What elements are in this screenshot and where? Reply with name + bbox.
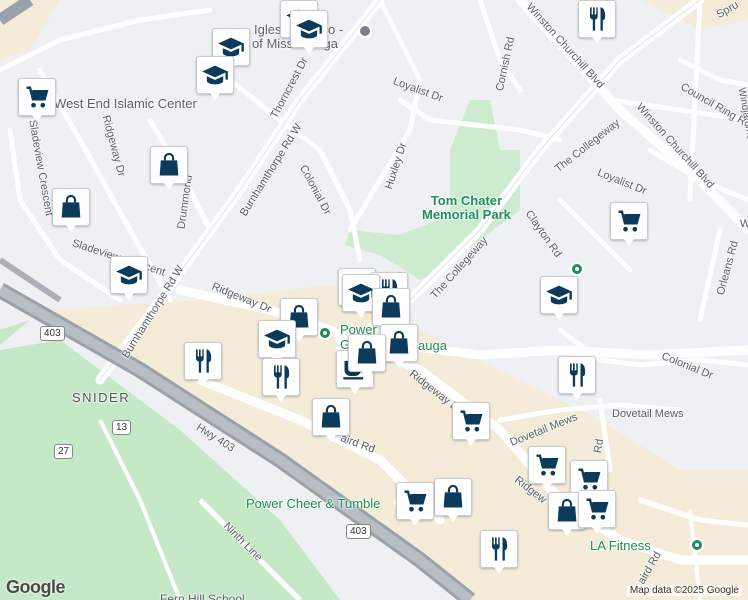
graduation-cap-icon — [295, 15, 323, 43]
graduation-cap-icon — [201, 61, 229, 89]
restaurant-marker[interactable] — [480, 530, 518, 574]
grocery-marker[interactable] — [528, 446, 566, 490]
shopping-bag-icon — [353, 339, 381, 367]
shopping-marker[interactable] — [372, 288, 410, 332]
shopping-bag-icon — [385, 329, 413, 357]
road-label-rd: Rd — [591, 438, 607, 454]
shopping-cart-icon — [23, 83, 51, 111]
school-marker[interactable] — [110, 256, 148, 300]
graduation-cap-icon — [115, 261, 143, 289]
restaurant-marker[interactable] — [558, 356, 596, 400]
shopping-bag-icon — [377, 293, 405, 321]
park-label-tom-chater[interactable]: Tom Chater Memorial Park — [422, 194, 511, 222]
place-label-fern-hill[interactable]: Fern Hill School — [160, 592, 245, 600]
gym-dot-icon[interactable] — [318, 326, 332, 340]
shopping-bag-icon — [57, 193, 85, 221]
highway-shield-403: 403 — [40, 326, 65, 341]
grocery-marker[interactable] — [452, 402, 490, 446]
place-of-worship-icon[interactable] — [358, 24, 372, 38]
restaurant-marker[interactable] — [184, 342, 222, 386]
school-marker[interactable] — [196, 56, 234, 100]
shopping-cart-icon — [401, 487, 429, 515]
fork-knife-icon — [189, 347, 217, 375]
highway-shield-27: 27 — [54, 444, 74, 459]
grocery-marker[interactable] — [396, 482, 434, 526]
area-label-snider: SNIDER — [72, 390, 131, 405]
map-attribution[interactable]: Map data ©2025 Google — [626, 585, 742, 596]
shopping-cart-icon — [583, 495, 611, 523]
fork-knife-icon — [267, 363, 295, 391]
grocery-marker[interactable] — [578, 490, 616, 534]
highway-shield-403: 403 — [346, 524, 371, 539]
shopping-cart-icon — [533, 451, 561, 479]
shopping-bag-icon — [317, 403, 345, 431]
grocery-marker[interactable] — [18, 78, 56, 122]
school-marker[interactable] — [290, 10, 328, 54]
restaurant-marker[interactable] — [262, 358, 300, 402]
shopping-marker[interactable] — [150, 146, 188, 190]
shopping-marker[interactable] — [434, 478, 472, 522]
graduation-cap-icon — [263, 325, 291, 353]
grocery-marker[interactable] — [610, 202, 648, 246]
highway-shield-13: 13 — [112, 420, 132, 435]
map-canvas[interactable]: Winston Churchill Blvd Winston Churchill… — [0, 0, 748, 600]
place-label-la-fitness[interactable]: LA Fitness — [590, 538, 651, 553]
shopping-cart-icon — [457, 407, 485, 435]
fork-knife-icon — [563, 361, 591, 389]
school-marker[interactable] — [540, 276, 578, 320]
shopping-marker[interactable] — [348, 334, 386, 378]
shopping-marker[interactable] — [312, 398, 350, 442]
fork-knife-icon — [583, 5, 611, 33]
road-label-w: W — [740, 218, 748, 230]
place-label-iglesia-suffix[interactable]: o - — [328, 22, 343, 37]
graduation-cap-icon — [545, 281, 573, 309]
shopping-bag-icon — [439, 483, 467, 511]
park-tree-icon[interactable] — [570, 262, 584, 276]
graduation-cap-icon — [347, 279, 375, 307]
shopping-cart-icon — [615, 207, 643, 235]
restaurant-marker[interactable] — [578, 0, 616, 44]
place-label-auga[interactable]: auga — [418, 338, 447, 353]
google-logo: Google — [6, 577, 66, 597]
shopping-cart-icon — [575, 465, 603, 493]
shopping-bag-icon — [155, 151, 183, 179]
school-marker[interactable] — [258, 320, 296, 364]
place-label-west-end-islamic[interactable]: West End Islamic Center — [54, 96, 197, 111]
gym-dot-icon[interactable] — [690, 538, 704, 552]
place-label-power-cheer[interactable]: Power Cheer & Tumble — [246, 496, 380, 511]
shopping-bag-icon — [553, 497, 581, 525]
road-label-dovetail: Dovetail Mews — [612, 408, 684, 420]
fork-knife-icon — [485, 535, 513, 563]
shopping-marker[interactable] — [52, 188, 90, 232]
